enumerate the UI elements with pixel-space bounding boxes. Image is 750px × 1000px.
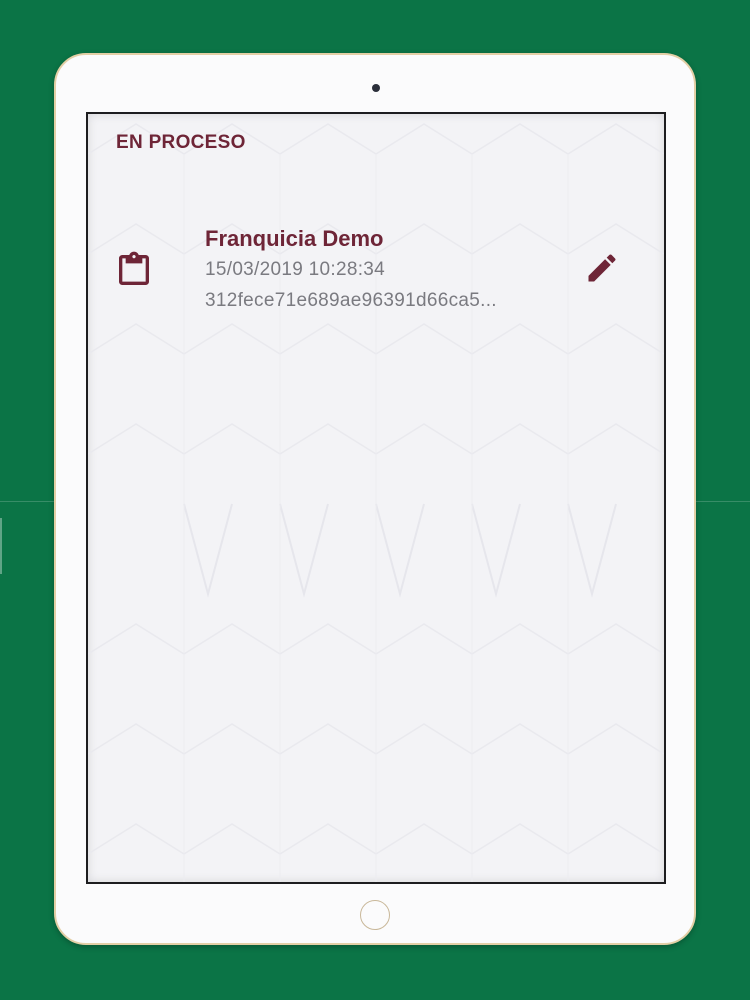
section-title: EN PROCESO xyxy=(116,132,246,153)
edit-pencil-icon[interactable] xyxy=(584,250,620,286)
home-button[interactable] xyxy=(360,900,390,930)
item-id: 312fece71e689ae96391d66ca5... xyxy=(205,290,497,311)
app-screen: EN PROCESO Franquicia Demo 15/03/2019 10… xyxy=(86,112,666,884)
background-edge-mark xyxy=(0,518,2,574)
list-item[interactable]: Franquicia Demo 15/03/2019 10:28:34 312f… xyxy=(88,214,664,324)
tablet-frame: EN PROCESO Franquicia Demo 15/03/2019 10… xyxy=(54,53,696,945)
clipboard-icon xyxy=(119,251,149,285)
camera-dot xyxy=(372,84,380,92)
item-date: 15/03/2019 10:28:34 xyxy=(205,259,386,280)
item-title: Franquicia Demo xyxy=(205,226,384,251)
